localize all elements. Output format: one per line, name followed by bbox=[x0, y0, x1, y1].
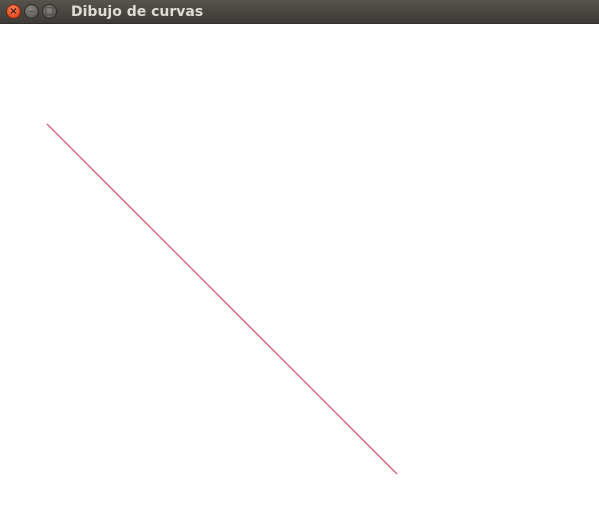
app-window: × – □ Dibujo de curvas bbox=[0, 0, 599, 525]
drawn-line bbox=[46, 123, 398, 475]
maximize-icon[interactable]: □ bbox=[42, 4, 57, 19]
close-icon[interactable]: × bbox=[6, 4, 21, 19]
drawing-canvas[interactable] bbox=[0, 24, 599, 525]
curve-drawing bbox=[46, 123, 398, 475]
window-controls: × – □ bbox=[6, 4, 57, 20]
window-title: Dibujo de curvas bbox=[71, 4, 204, 20]
minimize-icon[interactable]: – bbox=[24, 4, 39, 19]
title-bar[interactable]: × – □ Dibujo de curvas bbox=[0, 0, 599, 24]
